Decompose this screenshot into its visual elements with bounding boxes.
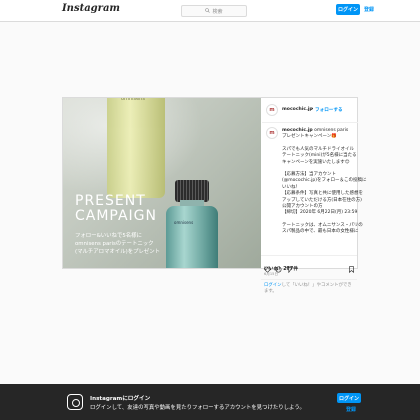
- promo-line-1: フォロー&いいねで5名様に: [75, 233, 142, 239]
- top-nav: Instagram 検索 ログイン 登録: [0, 0, 420, 22]
- post-image[interactable]: omnisens omnisens PRESENT CAMPAIGN フォロー&…: [63, 98, 261, 268]
- login-note: ログインして「いいね！」やコメントができます。: [264, 283, 352, 294]
- promo-title: PRESENT CAMPAIGN: [75, 193, 158, 224]
- caption-author[interactable]: mocochic.jp: [282, 128, 313, 133]
- bottle-yellow: omnisens: [107, 98, 165, 198]
- promo-line-2: omnisens parisのテートニック: [75, 241, 154, 247]
- banner-signup-link[interactable]: 登録: [346, 406, 356, 413]
- divider: [261, 279, 357, 280]
- post-username[interactable]: mocochic.jp: [282, 107, 313, 112]
- instagram-logo[interactable]: Instagram: [62, 3, 120, 14]
- login-button[interactable]: ログイン: [336, 4, 360, 15]
- post-caption: mocochic.jp omnisens paris プレゼントキャンペーン🎁 …: [282, 128, 367, 235]
- login-note-link[interactable]: ログイン: [264, 283, 282, 288]
- bottle-teal: omnisens: [166, 206, 218, 268]
- divider: [261, 255, 357, 256]
- avatar[interactable]: m: [266, 104, 278, 116]
- bottle-label: omnisens: [121, 98, 145, 102]
- likes-count[interactable]: いいね！277件: [264, 265, 298, 272]
- bookmark-icon[interactable]: [348, 258, 355, 277]
- post-date: 6月15日: [264, 272, 279, 276]
- follow-button[interactable]: フォローする: [315, 107, 343, 113]
- post-sidebar: m mocochic.jp • フォローする m mocochic.jp omn…: [262, 98, 367, 268]
- caption-avatar[interactable]: m: [266, 127, 278, 139]
- bottle-label: omnisens: [174, 220, 194, 225]
- promo-line-3: (マルチアロマオイル)をプレゼント: [75, 249, 161, 255]
- search-placeholder: 検索: [212, 8, 223, 15]
- search-icon: [205, 7, 211, 15]
- search-input[interactable]: 検索: [181, 5, 247, 17]
- post-header: m mocochic.jp • フォローする: [262, 98, 358, 123]
- login-banner: Instagramにログイン ログインして、友達の写真や動画を見たりフォローする…: [0, 384, 420, 420]
- banner-login-button[interactable]: ログイン: [337, 393, 361, 403]
- banner-title: Instagramにログイン: [90, 396, 151, 402]
- post-card: omnisens omnisens PRESENT CAMPAIGN フォロー&…: [62, 97, 367, 269]
- bottle-cap: [175, 180, 209, 202]
- banner-description: ログインして、友達の写真や動画を見たりフォローするアカウントを見つけたりしよう。: [90, 405, 305, 411]
- instagram-icon: [67, 394, 83, 410]
- signup-link[interactable]: 登録: [364, 4, 374, 15]
